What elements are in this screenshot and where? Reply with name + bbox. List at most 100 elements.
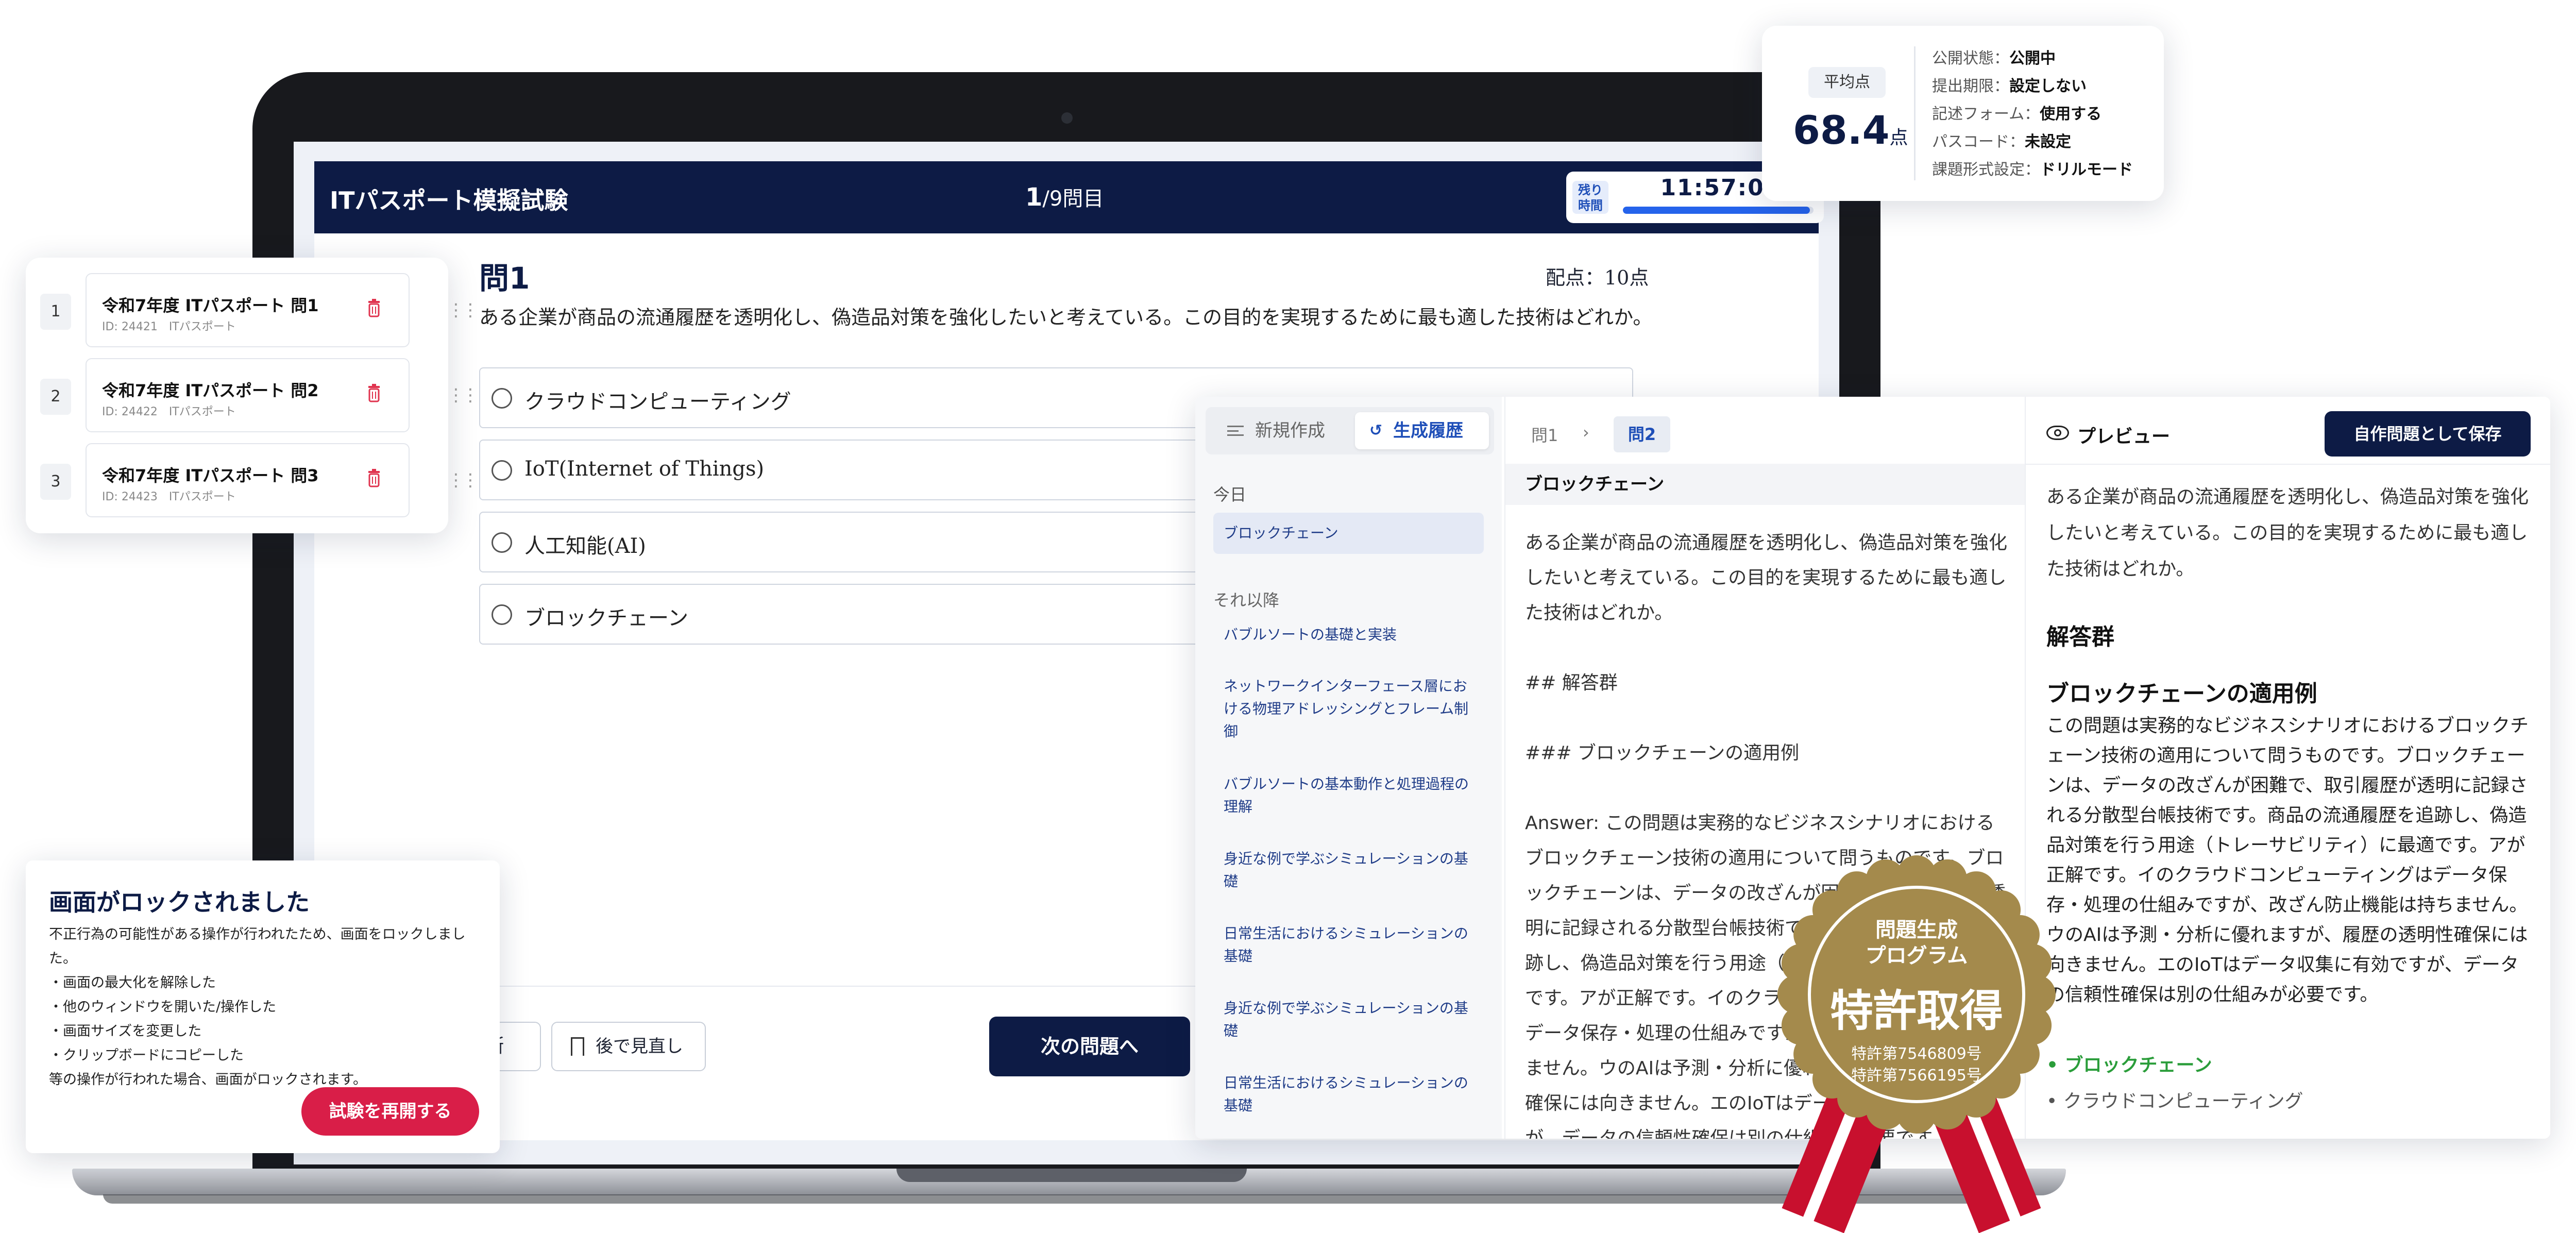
drag-handle-icon[interactable]: ⋮⋮ (447, 385, 479, 406)
badge-patent-2: 特許第7566195号 (1851, 1067, 1982, 1085)
question-name: 令和7年度 ITパスポート 問3 (102, 466, 319, 485)
average-unit: 点 (1889, 127, 1908, 148)
editor-line: ## 解答群 (1525, 672, 1618, 694)
section-older: それ以降 (1213, 590, 1280, 610)
choice-label: クラウドコンピューティング (2063, 1091, 2303, 1112)
question-number: 1 (40, 294, 71, 330)
question-text: ある企業が商品の流通履歴を透明化し、偽造品対策を強化したいと考えている。この目的… (479, 306, 1653, 329)
question-meta: ID: 24423 ITパスポート (102, 491, 236, 503)
badge-main: 特許取得 (1829, 986, 2003, 1036)
editor-heading: ブロックチェーン (1505, 464, 2026, 505)
question-name: 令和7年度 ITパスポート 問2 (102, 381, 319, 400)
section-today: 今日 (1213, 485, 1247, 504)
stat-key: 記述フォーム： (1932, 105, 2040, 123)
timer-bar (1623, 207, 1814, 214)
stat-row: パスコード：未設定 (1932, 129, 2071, 151)
preview-title: プレビュー (2077, 426, 2171, 447)
stat-value: 設定しない (2009, 77, 2087, 95)
average-value: 68.4点 (1793, 107, 1908, 153)
history-item-active[interactable]: ブロックチェーン (1213, 513, 1484, 554)
lock-message: 不正行為の可能性がある操作が行われたため、画面をロックしました。 ・画面の最大化… (49, 922, 492, 1092)
lock-title: 画面がロックされました (49, 888, 310, 916)
review-later-button[interactable]: 後で見直し (551, 1022, 706, 1071)
stat-value: ドリルモード (2040, 161, 2133, 179)
stat-row: 課題形式設定：ドリルモード (1932, 157, 2133, 179)
preview-heading-choices: 解答群 (2046, 624, 2114, 650)
radio-icon[interactable] (492, 604, 512, 625)
stat-row: 記述フォーム：使用する (1932, 101, 2102, 124)
history-item[interactable]: 日常生活におけるシミュレーションの基礎 (1224, 1072, 1481, 1117)
lock-line: 不正行為の可能性がある操作が行われたため、画面をロックしました。 (49, 926, 466, 967)
history-icon: ↺ (1369, 421, 1383, 440)
question-box[interactable]: 令和7年度 ITパスポート 問3 ID: 24423 ITパスポート (86, 443, 410, 517)
trash-icon[interactable] (367, 299, 381, 317)
option-label: IoT(Internet of Things) (524, 457, 765, 481)
preview-pane: プレビュー 自作問題として保存 ある企業が商品の流通履歴を透明化し、偽造品対策を… (2025, 397, 2550, 1139)
trash-icon[interactable] (367, 469, 381, 487)
laptop-notch (896, 1169, 1247, 1182)
editor-line: ### ブロックチェーンの適用例 (1525, 742, 1800, 764)
patent-badge: 問題生成 プログラム 特許取得 特許第7546809号 特許第7566195号 (1741, 855, 2092, 1233)
radio-icon[interactable] (492, 388, 512, 409)
preview-divider (2026, 464, 2550, 465)
editor-line: ある企業が商品の流通履歴を透明化し、偽造品対策を強化したいと考えている。この目的… (1525, 532, 2008, 623)
list-item[interactable]: 1 令和7年度 ITパスポート 問1 ID: 24421 ITパスポート ⋮⋮ (40, 273, 479, 347)
preview-answer: この問題は実務的なビジネスシナリオにおけるブロックチェーン技術の適用について問う… (2046, 715, 2529, 1005)
history-item[interactable]: 日常生活におけるシミュレーションの基礎 (1224, 922, 1481, 968)
lock-line: ・他のウィンドウを開いた/操作した (49, 999, 277, 1015)
progress-total: /9問目 (1042, 187, 1104, 211)
question-list-card: 1 令和7年度 ITパスポート 問1 ID: 24421 ITパスポート ⋮⋮ … (26, 258, 479, 533)
tab-new[interactable]: 新規作成 (1212, 412, 1351, 449)
question-number: 3 (40, 464, 71, 500)
lock-line: ・画面の最大化を解除した (49, 975, 216, 991)
history-item[interactable]: ネットワークインターフェース層における物理アドレッシングとフレーム制御 (1224, 675, 1481, 743)
drag-handle-icon[interactable]: ⋮⋮ (447, 300, 479, 320)
history-item[interactable]: バブルソートの基礎と実装 (1224, 623, 1481, 646)
tab-bar: 新規作成 ↺ 生成履歴 (1206, 407, 1494, 454)
radio-icon[interactable] (492, 460, 512, 481)
history-item[interactable]: 身近な例で学ぶシミュレーションの基礎 (1224, 848, 1481, 893)
question-number: 2 (40, 379, 71, 415)
badge-line2: プログラム (1865, 944, 1968, 968)
stat-value: 公開中 (2009, 49, 2056, 67)
list-item[interactable]: 3 令和7年度 ITパスポート 問3 ID: 24423 ITパスポート ⋮⋮ (40, 443, 479, 517)
crumb-question-1[interactable]: 問1 (1531, 423, 1558, 446)
lock-line: ・クリップボードにコピーした (49, 1048, 244, 1063)
tab-new-label: 新規作成 (1255, 420, 1325, 441)
question-meta: ID: 24422 ITパスポート (102, 406, 236, 418)
exam-title: ITパスポート模擬試験 (330, 187, 568, 214)
history-item[interactable]: 身近な例で学ぶシミュレーションの基礎 (1224, 997, 1481, 1042)
exam-header: ITパスポート模擬試験 1/9問目 残り 時間 11:57:08 (314, 161, 1824, 233)
question-meta: ID: 24421 ITパスポート (102, 320, 236, 333)
progress-current: 1 (1025, 183, 1043, 212)
resume-exam-button[interactable]: 試験を再開する (301, 1087, 479, 1136)
stat-row: 公開状態：公開中 (1932, 45, 2056, 68)
history-item[interactable]: バブルソートの基本動作と処理過程の理解 (1224, 773, 1481, 818)
tab-history[interactable]: ↺ 生成履歴 (1355, 412, 1489, 449)
stats-divider (1914, 46, 1916, 180)
lock-dialog: 画面がロックされました 不正行為の可能性がある操作が行われたため、画面をロックし… (26, 860, 500, 1153)
eye-icon (2046, 426, 2069, 440)
drag-handle-icon[interactable]: ⋮⋮ (447, 470, 479, 491)
average-number: 68.4 (1793, 107, 1890, 153)
menu-icon (1227, 426, 1244, 436)
question-box[interactable]: 令和7年度 ITパスポート 問1 ID: 24421 ITパスポート (86, 273, 410, 347)
list-item[interactable]: 2 令和7年度 ITパスポート 問2 ID: 24422 ITパスポート ⋮⋮ (40, 358, 479, 432)
save-as-own-question-button[interactable]: 自作問題として保存 (2325, 411, 2531, 457)
question-name: 令和7年度 ITパスポート 問1 (102, 296, 319, 315)
trash-icon[interactable] (367, 384, 381, 402)
question-title: 問1 (479, 261, 530, 296)
question-box[interactable]: 令和7年度 ITパスポート 問2 ID: 24422 ITパスポート (86, 358, 410, 432)
chevron-right-icon: › (1583, 423, 1589, 442)
radio-icon[interactable] (492, 532, 512, 553)
option-label: ブロックチェーン (524, 606, 688, 630)
badge-patent-1: 特許第7546809号 (1851, 1045, 1982, 1063)
bookmark-icon (571, 1037, 584, 1056)
lock-line: ・画面サイズを変更した (49, 1023, 202, 1039)
timer-label: 残り 時間 (1572, 181, 1608, 214)
crumb-question-2[interactable]: 問2 (1614, 416, 1670, 452)
stat-key: 公開状態： (1932, 49, 2009, 67)
next-question-button[interactable]: 次の問題へ (989, 1017, 1190, 1076)
